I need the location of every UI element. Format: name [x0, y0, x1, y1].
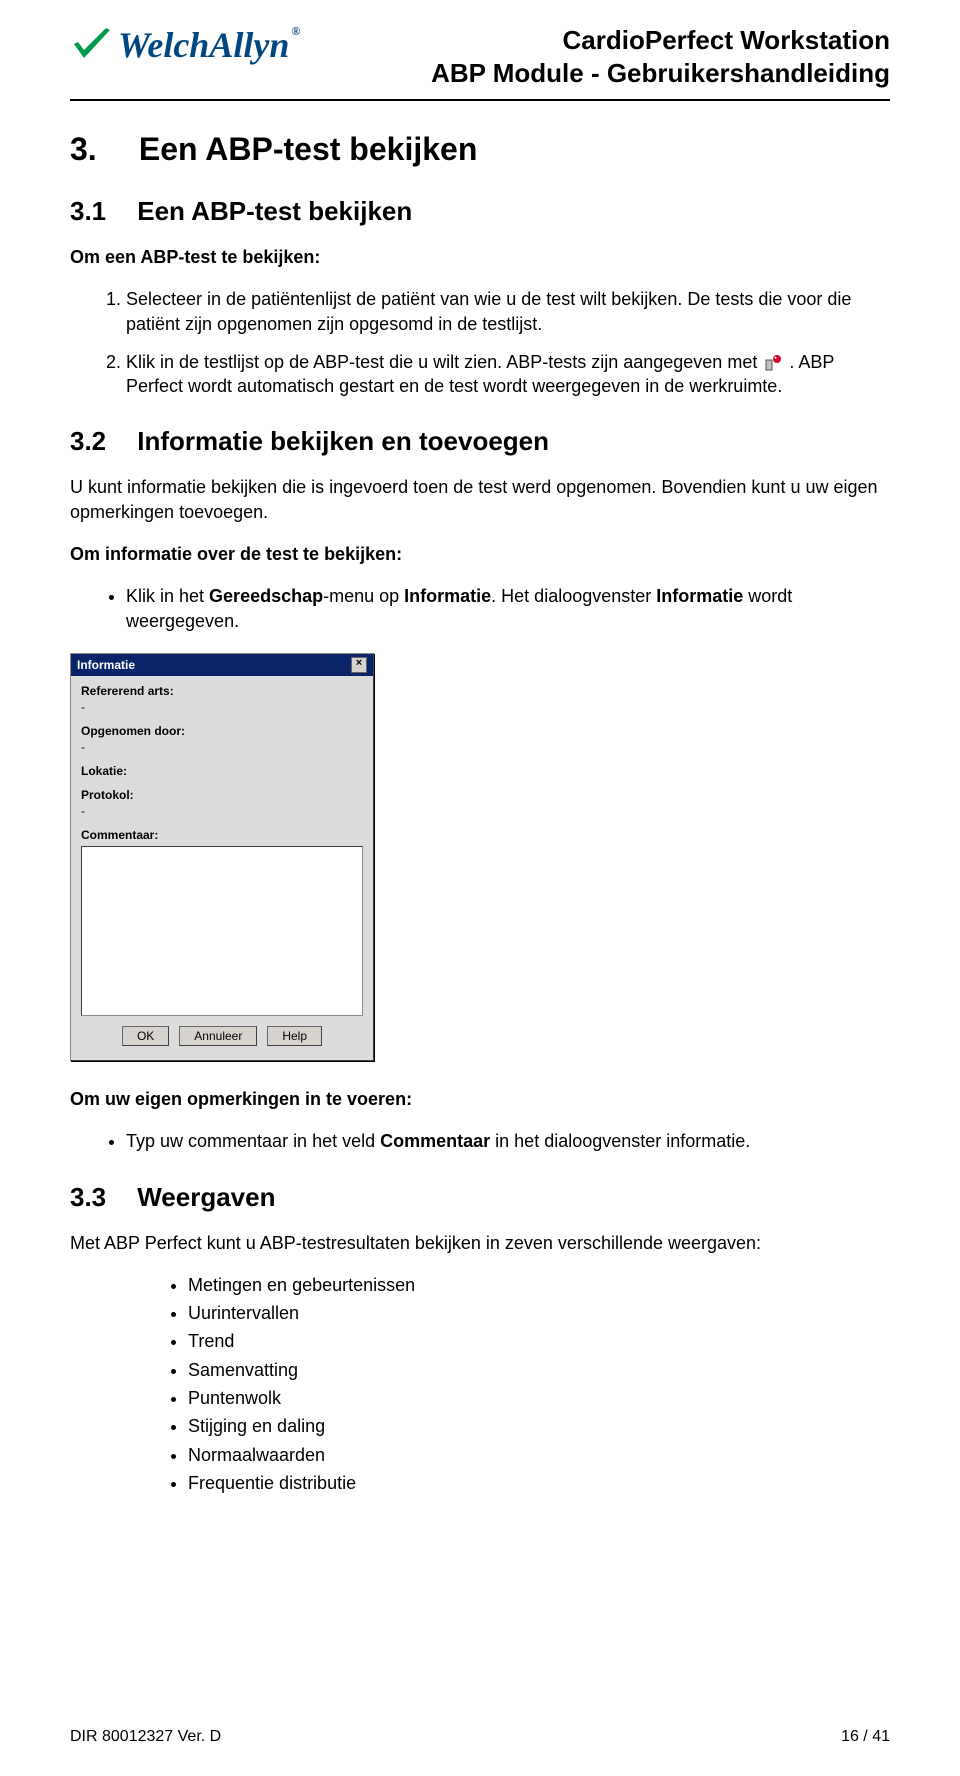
b2c: in het dialoogvenster informatie. [490, 1131, 750, 1151]
list-item: Metingen en gebeurtenissen [188, 1273, 890, 1297]
label-comment: Commentaar: [81, 828, 363, 842]
b2b: Commentaar [380, 1131, 490, 1151]
doc-title-1: CardioPerfect Workstation [431, 24, 890, 57]
views-list: Metingen en gebeurtenissen Uurintervalle… [160, 1273, 890, 1495]
document-page: WelchAllyn® CardioPerfect Workstation AB… [0, 0, 960, 1776]
value-protocol: - [81, 804, 363, 818]
step-2-text-a: Klik in de testlijst op de ABP-test die … [126, 352, 762, 372]
heading-3-1-title: Een ABP-test bekijken [137, 196, 412, 226]
heading-3-title: Een ABP-test bekijken [139, 131, 477, 167]
page-header: WelchAllyn® CardioPerfect Workstation AB… [70, 24, 890, 101]
value-referring: - [81, 700, 363, 714]
dialog-button-row: OK Annuleer Help [81, 1016, 363, 1050]
b1c: -menu op [323, 586, 404, 606]
footer-right: 16 / 41 [841, 1728, 890, 1746]
intro-3-2: Om informatie over de test te bekijken: [70, 542, 890, 566]
checkmark-icon [70, 24, 112, 66]
field-location: Lokatie: [81, 764, 363, 778]
page-footer: DIR 80012327 Ver. D 16 / 41 [70, 1728, 890, 1746]
cancel-button[interactable]: Annuleer [179, 1026, 257, 1046]
informatie-dialog: Informatie × Refererend arts: - Opgenome… [70, 653, 374, 1061]
list-item: Trend [188, 1329, 890, 1353]
ok-button[interactable]: OK [122, 1026, 169, 1046]
comment-textarea[interactable] [81, 846, 363, 1016]
dialog-title-text: Informatie [77, 658, 135, 672]
list-item: Samenvatting [188, 1358, 890, 1382]
value-recorded: - [81, 740, 363, 754]
step-2: Klik in de testlijst op de ABP-test die … [126, 350, 890, 399]
trademark-icon: ® [291, 24, 300, 38]
list-item: Frequentie distributie [188, 1471, 890, 1495]
b2a: Typ uw commentaar in het veld [126, 1131, 380, 1151]
bullet-3-2b-1: Typ uw commentaar in het veld Commentaar… [126, 1129, 890, 1153]
bullets-3-2: Klik in het Gereedschap-menu op Informat… [98, 584, 890, 633]
intro-3-2b: Om uw eigen opmerkingen in te voeren: [70, 1087, 890, 1111]
brand-logo: WelchAllyn® [70, 24, 300, 66]
label-recorded: Opgenomen door: [81, 724, 363, 738]
dialog-body: Refererend arts: - Opgenomen door: - Lok… [71, 676, 373, 1060]
list-item: Stijging en daling [188, 1414, 890, 1438]
header-titles: CardioPerfect Workstation ABP Module - G… [431, 24, 890, 89]
field-recorded: Opgenomen door: - [81, 724, 363, 754]
heading-3: 3. Een ABP-test bekijken [70, 131, 890, 168]
doc-title-2: ABP Module - Gebruikershandleiding [431, 57, 890, 90]
intro-3-1: Om een ABP-test te bekijken: [70, 245, 890, 269]
field-protocol: Protokol: - [81, 788, 363, 818]
heading-3-1-num: 3.1 [70, 196, 130, 227]
label-location: Lokatie: [81, 764, 363, 778]
field-comment: Commentaar: [81, 828, 363, 842]
dialog-titlebar: Informatie × [71, 654, 373, 676]
heading-3-2-title: Informatie bekijken en toevoegen [137, 426, 549, 456]
heading-3-1: 3.1 Een ABP-test bekijken [70, 196, 890, 227]
list-item: Normaalwaarden [188, 1443, 890, 1467]
help-button[interactable]: Help [267, 1026, 322, 1046]
label-protocol: Protokol: [81, 788, 363, 802]
list-item: Uurintervallen [188, 1301, 890, 1325]
heading-3-num: 3. [70, 131, 130, 168]
heading-3-2-num: 3.2 [70, 426, 130, 457]
para-3-2-1: U kunt informatie bekijken die is ingevo… [70, 475, 890, 524]
b1a: Klik in het [126, 586, 209, 606]
heading-3-3-num: 3.3 [70, 1182, 130, 1213]
para-3-3: Met ABP Perfect kunt u ABP-testresultate… [70, 1231, 890, 1255]
abp-test-icon [764, 354, 782, 372]
heading-3-3-title: Weergaven [137, 1182, 275, 1212]
heading-3-3: 3.3 Weergaven [70, 1182, 890, 1213]
b1f: Informatie [656, 586, 743, 606]
label-referring: Refererend arts: [81, 684, 363, 698]
logo-text: WelchAllyn [118, 25, 289, 65]
close-icon[interactable]: × [351, 657, 367, 673]
bullet-3-2-1: Klik in het Gereedschap-menu op Informat… [126, 584, 890, 633]
step-1: Selecteer in de patiëntenlijst de patiën… [126, 287, 890, 336]
b1d: Informatie [404, 586, 491, 606]
heading-3-2: 3.2 Informatie bekijken en toevoegen [70, 426, 890, 457]
steps-3-1: Selecteer in de patiëntenlijst de patiën… [98, 287, 890, 398]
b1e: . Het dialoogvenster [491, 586, 656, 606]
list-item: Puntenwolk [188, 1386, 890, 1410]
field-referring: Refererend arts: - [81, 684, 363, 714]
b1b: Gereedschap [209, 586, 323, 606]
footer-left: DIR 80012327 Ver. D [70, 1728, 221, 1746]
bullets-3-2b: Typ uw commentaar in het veld Commentaar… [98, 1129, 890, 1153]
